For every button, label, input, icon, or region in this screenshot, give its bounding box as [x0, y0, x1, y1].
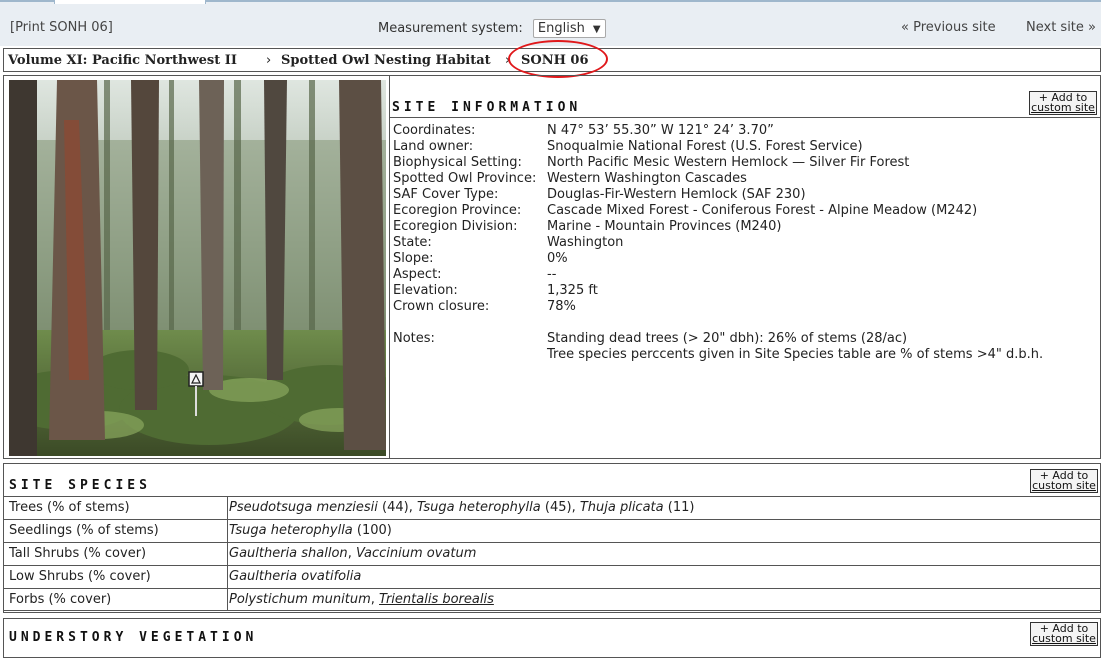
- vertical-divider: [389, 76, 390, 458]
- notes-text: Tree species perccents given in Site Spe…: [547, 347, 1044, 362]
- species-list: Tsuga heterophylla (100): [229, 523, 392, 538]
- column-divider: [227, 566, 228, 588]
- table-row: Forbs (% cover) Polystichum munitum, Trie…: [4, 588, 1100, 611]
- info-label: Ecoregion Province:: [393, 203, 522, 218]
- info-value: Douglas-Fir-Western Hemlock (SAF 230): [547, 187, 806, 202]
- table-row: Low Shrubs (% cover) Gaultheria ovatifoli…: [4, 565, 1100, 588]
- site-species-panel: SITE SPECIES + Add to custom site Trees …: [3, 463, 1101, 613]
- site-information-panel: SITE INFORMATION + Add to custom site Co…: [3, 75, 1101, 459]
- info-label: Land owner:: [393, 139, 474, 154]
- info-label: Slope:: [393, 251, 434, 266]
- species-category: Seedlings (% of stems): [9, 523, 159, 538]
- next-site-link[interactable]: Next site »: [1026, 20, 1096, 35]
- info-label: Crown closure:: [393, 299, 490, 314]
- column-divider: [227, 589, 228, 611]
- info-value: 78%: [547, 299, 576, 314]
- info-label: Spotted Owl Province:: [393, 171, 537, 186]
- species-list: Gaultheria ovatifolia: [229, 569, 361, 584]
- species-name: Tsuga heterophylla: [229, 523, 353, 538]
- info-value: Cascade Mixed Forest - Coniferous Forest…: [547, 203, 978, 218]
- column-divider: [227, 497, 228, 519]
- column-divider: [227, 520, 228, 542]
- info-value: Washington: [547, 235, 624, 250]
- notes-text: Standing dead trees (> 20" dbh): 26% of …: [547, 331, 908, 346]
- info-label: Coordinates:: [393, 123, 476, 138]
- measurement-system: Measurement system: English ▼: [378, 19, 606, 38]
- table-row: Trees (% of stems) Pseudotsuga menziesii …: [4, 496, 1100, 519]
- info-label: Aspect:: [393, 267, 442, 282]
- column-divider: [227, 543, 228, 565]
- info-value: Western Washington Cascades: [547, 171, 747, 186]
- info-value: 1,325 ft: [547, 283, 598, 298]
- species-percent: (100): [352, 523, 392, 538]
- species-category: Trees (% of stems): [9, 500, 130, 515]
- add-button-line2: custom site: [1031, 101, 1095, 114]
- table-row: Seedlings (% of stems) Tsuga heterophylla…: [4, 519, 1100, 542]
- add-to-custom-site-button[interactable]: + Add to custom site: [1030, 622, 1098, 646]
- add-to-custom-site-button[interactable]: + Add to custom site: [1030, 469, 1098, 493]
- breadcrumb-volume[interactable]: Volume XI: Pacific Northwest II: [8, 53, 237, 68]
- species-percent: (11): [663, 500, 695, 515]
- species-category: Forbs (% cover): [9, 592, 112, 607]
- section-rule: [390, 117, 1100, 118]
- chevron-down-icon: ▼: [592, 24, 601, 35]
- print-link[interactable]: [Print SONH 06]: [10, 20, 113, 35]
- info-label: Ecoregion Division:: [393, 219, 518, 234]
- species-name: Gaultheria ovatifolia: [229, 569, 362, 584]
- species-name: Polystichum munitum: [229, 592, 371, 607]
- site-species-table: Trees (% of stems) Pseudotsuga menziesii …: [4, 496, 1100, 611]
- site-photo: [9, 80, 386, 456]
- measurement-select[interactable]: English ▼: [532, 19, 606, 38]
- species-name: Thuja plicata: [579, 500, 664, 515]
- species-category: Tall Shrubs (% cover): [9, 546, 147, 561]
- info-value: Marine - Mountain Provinces (M240): [547, 219, 782, 234]
- species-percent: (45): [540, 500, 572, 515]
- species-percent: (44): [377, 500, 409, 515]
- species-name[interactable]: Trientalis borealis: [379, 592, 494, 607]
- top-toolbar: [Print SONH 06] Measurement system: Engl…: [0, 0, 1101, 46]
- species-name: Tsuga heterophylla: [416, 500, 541, 515]
- species-name: Pseudotsuga menziesii: [229, 500, 378, 515]
- species-list: Polystichum munitum, Trientalis borealis: [229, 592, 494, 607]
- site-species-title: SITE SPECIES: [9, 478, 151, 493]
- species-name: Vaccinium ovatum: [355, 546, 477, 561]
- info-label: Biophysical Setting:: [393, 155, 522, 170]
- measurement-select-value: English: [537, 21, 585, 36]
- add-to-custom-site-button[interactable]: + Add to custom site: [1029, 91, 1097, 115]
- breadcrumb-section[interactable]: Spotted Owl Nesting Habitat: [281, 53, 491, 68]
- info-value: N 47° 53’ 55.30” W 121° 24’ 3.70”: [547, 123, 774, 138]
- species-name: Gaultheria shallon: [229, 546, 348, 561]
- highlight-circle: [508, 40, 608, 78]
- measurement-label: Measurement system:: [378, 21, 523, 36]
- notes-label: Notes:: [393, 331, 435, 346]
- previous-site-link[interactable]: « Previous site: [901, 20, 996, 35]
- info-label: SAF Cover Type:: [393, 187, 499, 202]
- species-category: Low Shrubs (% cover): [9, 569, 151, 584]
- understory-vegetation-panel: UNDERSTORY VEGETATION + Add to custom si…: [3, 618, 1101, 658]
- info-value: 0%: [547, 251, 568, 266]
- table-row: Tall Shrubs (% cover) Gaultheria shallon,…: [4, 542, 1100, 565]
- breadcrumb-separator: ›: [266, 53, 272, 68]
- species-list: Gaultheria shallon, Vaccinium ovatum: [229, 546, 477, 561]
- info-value: North Pacific Mesic Western Hemlock — Si…: [547, 155, 910, 170]
- tab-notch: [54, 0, 206, 4]
- site-information-title: SITE INFORMATION: [392, 100, 582, 115]
- add-button-line2: custom site: [1032, 479, 1096, 492]
- info-value: Snoqualmie National Forest (U.S. Forest …: [547, 139, 863, 154]
- forest-photo-illustration: [9, 80, 386, 456]
- species-list: Pseudotsuga menziesii (44), Tsuga hetero…: [229, 500, 695, 515]
- info-label: State:: [393, 235, 432, 250]
- info-label: Elevation:: [393, 283, 458, 298]
- info-value: --: [547, 267, 557, 282]
